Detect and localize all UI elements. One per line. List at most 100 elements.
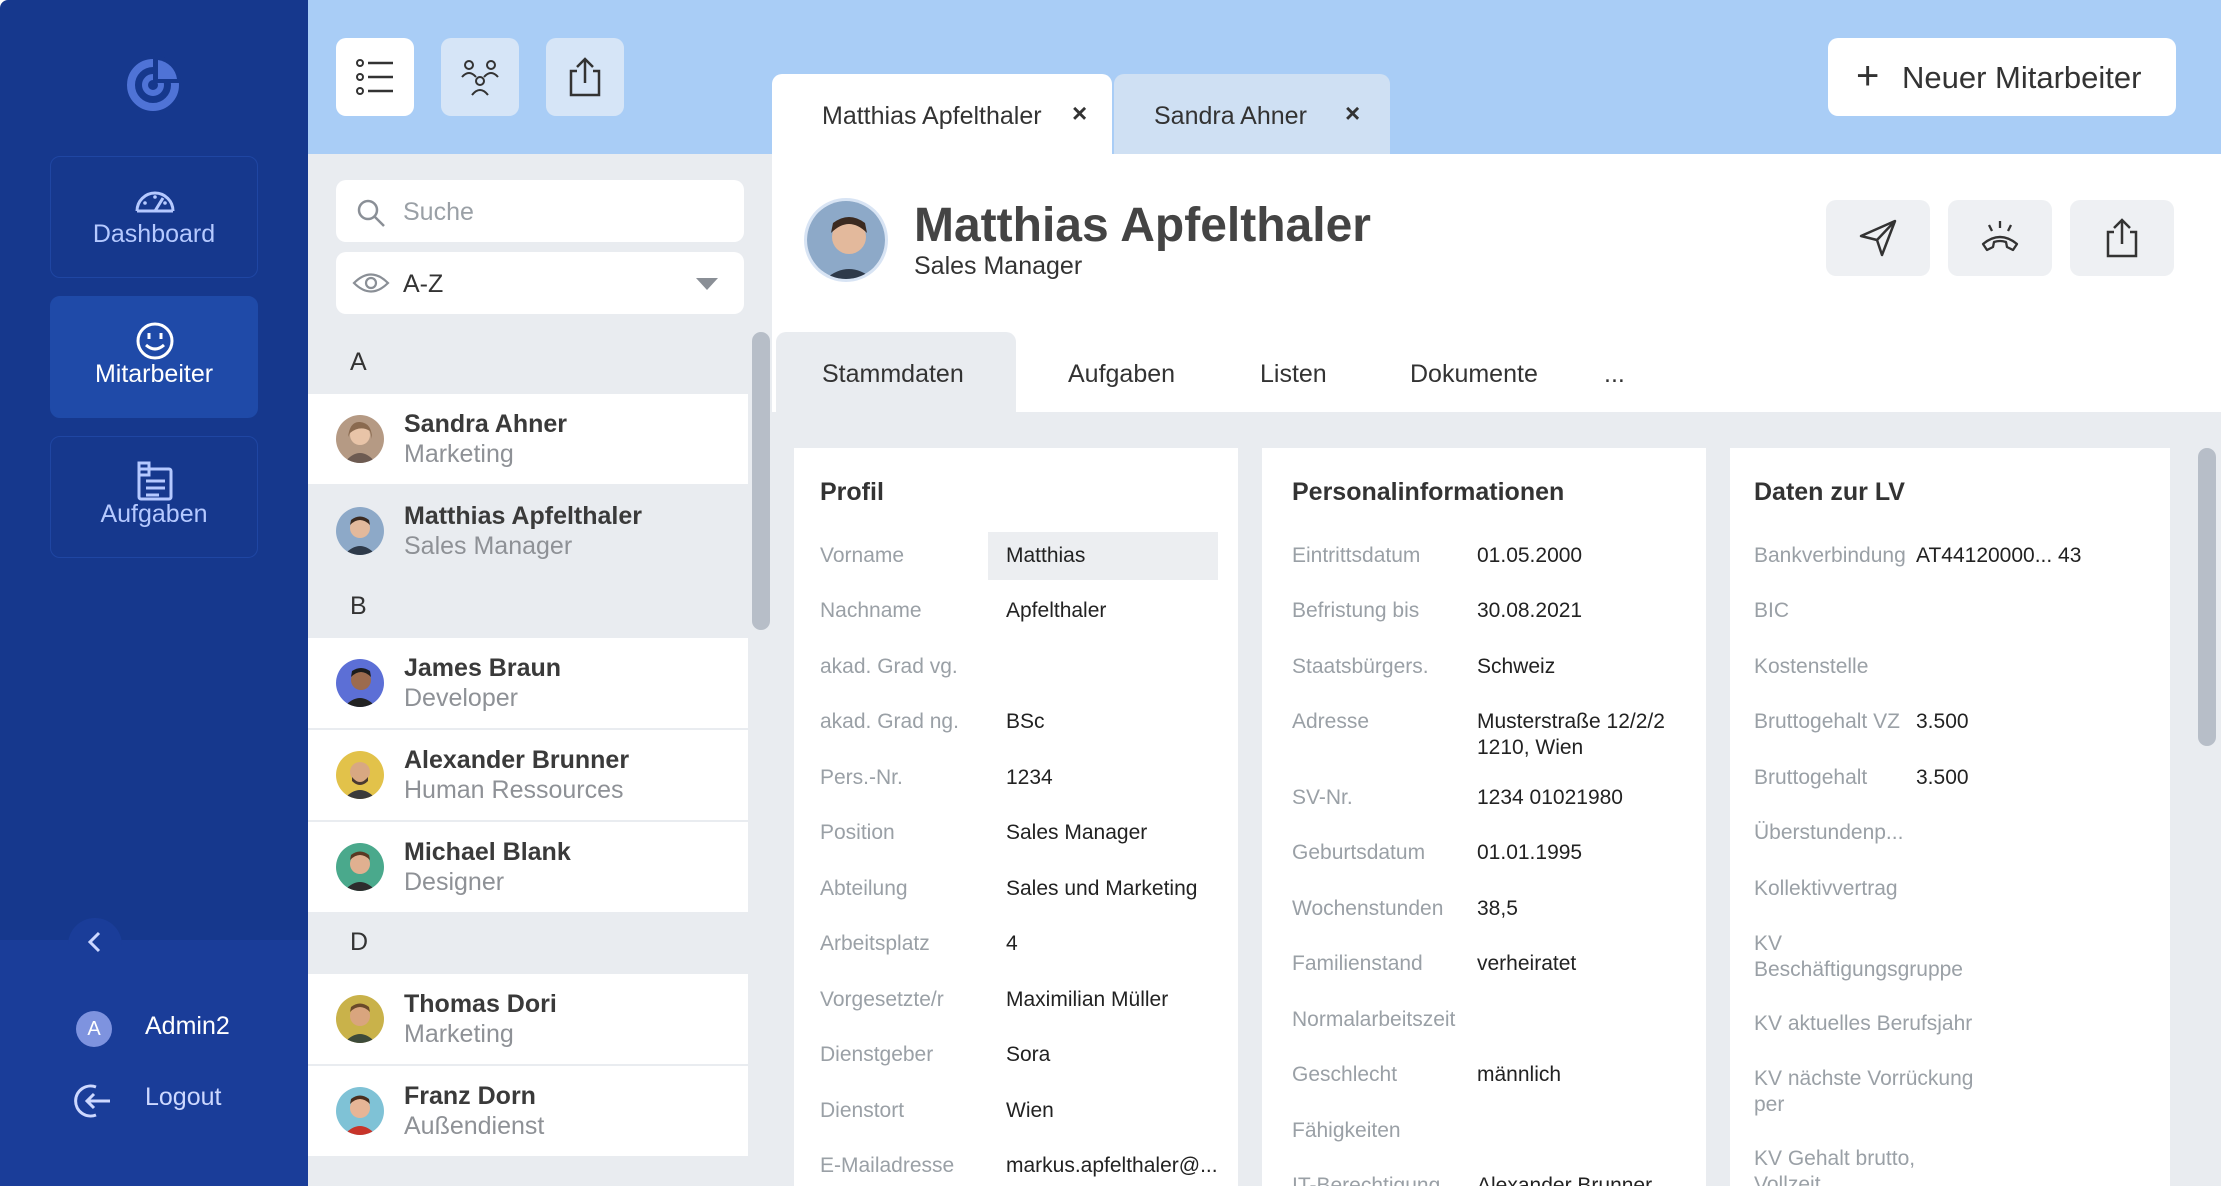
app-logo-icon[interactable] — [122, 52, 184, 114]
field-value[interactable]: 4 — [1006, 931, 1018, 957]
card-title: Personalinformationen — [1292, 478, 1565, 506]
stammdaten-content: Profil Vorname Matthias Nachname Apfelth… — [772, 412, 2221, 1186]
tab-label: Stammdaten — [822, 360, 964, 388]
sidebar-item-dashboard[interactable]: Dashboard — [50, 156, 258, 278]
avatar[interactable]: A — [76, 1011, 112, 1047]
employee-name: Michael Blank — [404, 838, 571, 866]
list-view-button[interactable] — [336, 38, 414, 116]
field-value[interactable]: 1234 01021980 — [1477, 785, 1623, 811]
field-value[interactable]: AT44120000... 43 — [1916, 543, 2081, 569]
field-value[interactable]: 1234 — [1006, 765, 1053, 791]
detail-scrollbar-thumb[interactable] — [2198, 448, 2216, 746]
call-button[interactable] — [1948, 200, 2052, 276]
group-letter: D — [350, 928, 369, 956]
field-value[interactable]: Sales Manager — [1006, 820, 1147, 846]
field-value[interactable]: 3.500 — [1916, 709, 1969, 735]
field-label: Position — [820, 821, 895, 844]
tab-stammdaten[interactable]: Stammdaten — [776, 332, 1016, 412]
detail-tabs: Stammdaten Aufgaben Listen Dokumente ... — [772, 332, 2221, 422]
tab-matthias-apfelthaler[interactable]: Matthias Apfelthaler × — [772, 74, 1112, 154]
collapse-sidebar-button[interactable] — [68, 918, 122, 960]
avatar — [336, 415, 384, 463]
logout-icon[interactable] — [74, 1081, 114, 1121]
sidebar-item-aufgaben[interactable]: Aufgaben — [50, 436, 258, 558]
employee-role: Marketing — [404, 440, 514, 468]
field-value-line2[interactable]: 1210, Wien — [1477, 735, 1583, 761]
list-item[interactable]: James Braun Developer — [308, 636, 748, 728]
sidebar-item-label: Dashboard — [92, 220, 216, 248]
field-value[interactable]: 30.08.2021 — [1477, 598, 1582, 624]
sidebar-item-mitarbeiter[interactable]: Mitarbeiter — [50, 296, 258, 418]
profil-card: Profil Vorname Matthias Nachname Apfelth… — [794, 448, 1238, 1186]
field-value[interactable]: 3.500 — [1916, 765, 1969, 791]
field-value[interactable]: männlich — [1477, 1062, 1561, 1088]
field-label: IT-Berechtigung — [1292, 1174, 1441, 1186]
tab-aufgaben[interactable]: Aufgaben — [1068, 332, 1208, 412]
field-value[interactable]: 38,5 — [1477, 896, 1518, 922]
field-value[interactable]: Musterstraße 12/2/2 — [1477, 709, 1665, 735]
employee-role-subtitle: Sales Manager — [914, 252, 1083, 280]
field-value[interactable]: verheiratet — [1477, 951, 1576, 977]
close-tab-icon[interactable]: × — [1345, 98, 1360, 129]
avatar — [336, 659, 384, 707]
send-icon — [1859, 219, 1897, 257]
sort-select[interactable]: A-Z — [336, 252, 744, 314]
avatar — [336, 1087, 384, 1135]
field-value[interactable]: Alexander Brunner — [1477, 1173, 1652, 1186]
field-value[interactable]: Sora — [1006, 1042, 1050, 1068]
field-label-line2: per — [1754, 1093, 1785, 1116]
field-value[interactable]: 01.01.1995 — [1477, 840, 1582, 866]
field-label: KV aktuelles Berufsjahr — [1754, 1012, 1973, 1035]
list-item[interactable]: Alexander Brunner Human Ressources — [308, 728, 748, 820]
field-value[interactable]: Maximilian Müller — [1006, 987, 1168, 1013]
field-label: akad. Grad vg. — [820, 655, 958, 678]
export-button[interactable] — [546, 38, 624, 116]
field-value[interactable]: 01.05.2000 — [1477, 543, 1582, 569]
list-item[interactable]: Thomas Dori Marketing — [308, 972, 748, 1064]
tab-more[interactable]: ... — [1604, 332, 1644, 412]
team-view-button[interactable] — [441, 38, 519, 116]
field-label-line2: Vollzeit — [1754, 1173, 1821, 1186]
field-label: Überstundenp... — [1754, 821, 1904, 844]
field-label: Kollektivvertrag — [1754, 877, 1898, 900]
field-label: Bruttogehalt VZ — [1754, 710, 1900, 733]
list-item[interactable]: Sandra Ahner Marketing — [308, 392, 748, 484]
avatar — [804, 198, 888, 282]
user-name[interactable]: Admin2 — [145, 1012, 230, 1041]
field-value[interactable]: Sales und Marketing — [1006, 876, 1197, 902]
tab-listen[interactable]: Listen — [1260, 332, 1360, 412]
tab-label: Aufgaben — [1068, 360, 1176, 388]
field-value[interactable]: markus.apfelthaler@... — [1006, 1153, 1218, 1179]
close-tab-icon[interactable]: × — [1072, 98, 1087, 129]
list-scrollbar-thumb[interactable] — [752, 332, 770, 630]
tab-dokumente[interactable]: Dokumente — [1410, 332, 1560, 412]
share-icon — [2106, 218, 2138, 258]
field-label: SV-Nr. — [1292, 786, 1353, 809]
field-value[interactable]: Matthias — [1006, 543, 1085, 569]
avatar — [336, 751, 384, 799]
employee-name: James Braun — [404, 654, 562, 682]
field-label: Dienstort — [820, 1099, 905, 1122]
field-value[interactable]: Apfelthaler — [1006, 598, 1106, 624]
new-employee-button[interactable]: + Neuer Mitarbeiter — [1828, 38, 2176, 116]
employee-list: A Sandra Ahner Marketing Matthias Apfelt… — [308, 332, 748, 1186]
list-view-icon — [356, 59, 393, 95]
employee-name: Sandra Ahner — [404, 410, 568, 438]
list-item[interactable]: Michael Blank Designer — [308, 820, 748, 912]
field-label: Fähigkeiten — [1292, 1119, 1401, 1142]
send-message-button[interactable] — [1826, 200, 1930, 276]
field-label: Pers.-Nr. — [820, 766, 903, 789]
field-value[interactable]: Schweiz — [1477, 654, 1555, 680]
list-item[interactable]: Franz Dorn Außendienst — [308, 1064, 748, 1156]
list-item[interactable]: Matthias Apfelthaler Sales Manager — [308, 484, 748, 576]
field-label: Bruttogehalt — [1754, 766, 1868, 789]
logout-link[interactable]: Logout — [145, 1083, 221, 1112]
field-value[interactable]: BSc — [1006, 709, 1045, 735]
share-button[interactable] — [2070, 200, 2174, 276]
team-view-icon — [461, 60, 499, 96]
sidebar-footer — [0, 940, 308, 1186]
employee-name: Franz Dorn — [404, 1082, 536, 1110]
search-input[interactable]: Suche — [336, 180, 744, 242]
tab-sandra-ahner[interactable]: Sandra Ahner × — [1114, 74, 1390, 154]
field-value[interactable]: Wien — [1006, 1098, 1054, 1124]
